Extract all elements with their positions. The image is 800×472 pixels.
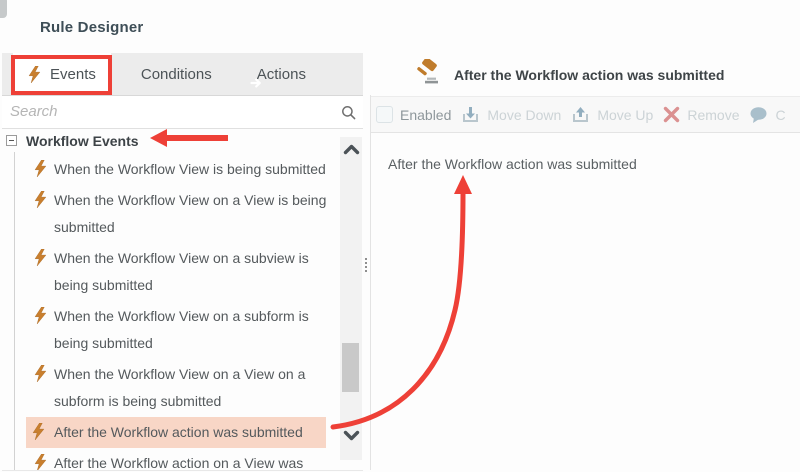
lightning-icon (34, 191, 47, 208)
rule-designer-window: Rule Designer EventsConditionsActions Wo… (0, 0, 800, 472)
tab-events[interactable]: Events (13, 53, 111, 95)
events-panel: Events Conditions Actions Workflow Events … (2, 0, 363, 471)
rule-tabbar: Events Conditions Actions (2, 53, 363, 95)
event-item-label: When the Workflow View on a subview is b… (54, 250, 309, 293)
rule-definition-text[interactable]: After the Workflow action was submitted (388, 156, 637, 172)
toolbar-label: Remove (687, 107, 739, 123)
event-item-label: When the Workflow View on a subform is b… (54, 308, 309, 351)
lightning-icon (28, 66, 41, 83)
collapse-expander-icon[interactable] (6, 135, 17, 146)
panel-splitter-handle[interactable] (365, 258, 367, 274)
list-scrollbar-track[interactable] (340, 137, 362, 460)
list-scrollbar-thumb[interactable] (342, 343, 359, 392)
search-icon[interactable] (341, 105, 356, 125)
tree-group-label: Workflow Events (26, 133, 139, 149)
tab-label: Events (50, 66, 96, 83)
event-item-label: When the Workflow View is being submitte… (54, 161, 326, 177)
toolbar-move-down-button[interactable]: Move Down (461, 105, 561, 124)
toolbar-move-up-button[interactable]: Move Up (571, 105, 653, 124)
event-item[interactable]: When the Workflow View is being submitte… (28, 154, 340, 185)
detail-header: After the Workflow action was submitted (415, 59, 724, 91)
event-item[interactable]: After the Workflow action on a View was (28, 448, 340, 470)
detail-toolbar: Enabled Move Down Move Up Remove C (371, 96, 800, 133)
event-item[interactable]: When the Workflow View on a View is bein… (28, 185, 340, 243)
gavel-icon (415, 59, 441, 91)
event-item-label: After the Workflow action was submitted (54, 424, 303, 440)
event-item-label: When the Workflow View on a View on a su… (54, 366, 305, 409)
lightning-icon (34, 160, 47, 177)
tab-label: Actions (257, 66, 306, 83)
toolbar-label: Move Up (597, 107, 653, 123)
toolbar-remove-button[interactable]: Remove (663, 106, 739, 123)
lightning-icon (34, 365, 47, 382)
toolbar-label: Move Down (487, 107, 561, 123)
move-down-icon (461, 105, 480, 124)
speech-bubble-icon (749, 106, 768, 124)
toolbar-comment-button[interactable]: C (749, 106, 785, 124)
event-tree: Workflow Events When the Workflow View i… (2, 129, 340, 470)
lightning-icon (32, 423, 45, 440)
tab-actions[interactable]: Actions (233, 53, 321, 95)
event-item-selected[interactable]: After the Workflow action was submitted (26, 417, 326, 448)
panel-divider (370, 95, 371, 470)
lightning-icon (34, 249, 47, 266)
scroll-up-icon[interactable] (343, 143, 360, 161)
event-item[interactable]: When the Workflow View on a subform is b… (28, 301, 340, 359)
move-up-icon (571, 105, 590, 124)
search-box (2, 95, 363, 129)
event-list: When the Workflow View is being submitte… (2, 154, 340, 470)
event-item-label: When the Workflow View on a View is bein… (54, 192, 326, 235)
checkbox (376, 106, 393, 123)
event-item[interactable]: When the Workflow View on a subview is b… (28, 243, 340, 301)
detail-rule-title: After the Workflow action was submitted (454, 67, 724, 83)
toolbar-label: C (775, 107, 785, 123)
remove-x-icon (663, 106, 680, 123)
toolbar-enabled-checkbox[interactable]: Enabled (376, 106, 451, 123)
lightning-icon (34, 307, 47, 324)
tab-conditions[interactable]: Conditions (117, 53, 227, 95)
search-input[interactable] (2, 96, 330, 126)
toolbar-label: Enabled (400, 107, 451, 123)
tab-label: Conditions (141, 66, 212, 83)
lightning-icon (34, 454, 47, 470)
event-item-label: After the Workflow action on a View was (54, 455, 303, 470)
event-item[interactable]: When the Workflow View on a View on a su… (28, 359, 340, 417)
tree-group-workflow-events[interactable]: Workflow Events (2, 129, 340, 153)
scroll-down-icon[interactable] (343, 429, 360, 447)
